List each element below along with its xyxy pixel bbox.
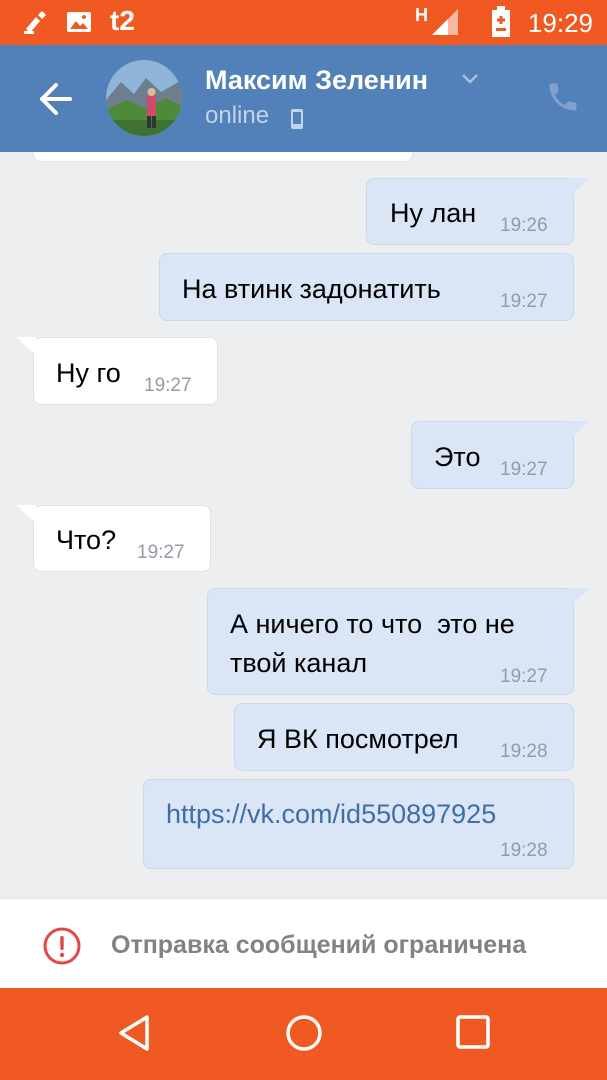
message-time: 19:28 — [500, 840, 548, 861]
bubble-tail — [570, 588, 590, 606]
recents-square-icon[interactable] — [455, 1014, 491, 1055]
message-bubble-outgoing[interactable]: Ну лан 19:26 — [366, 178, 574, 245]
conversation-header: Максим Зеленин online — [0, 45, 607, 152]
message-text: Ну го — [56, 358, 121, 388]
bubble-tail — [570, 178, 590, 196]
message-text: Ну лан — [390, 198, 477, 228]
message-bubble-outgoing[interactable]: Я ВК посмотрел 19:28 — [234, 703, 574, 771]
message-time: 19:27 — [500, 666, 548, 687]
chevron-down-icon[interactable] — [460, 72, 480, 91]
battery-charging-icon — [490, 6, 512, 43]
phone-icon[interactable] — [545, 79, 581, 120]
message-bubble-outgoing[interactable]: На втинк задонатить 19:27 — [159, 253, 574, 321]
messaging-restricted-bar: Отправка сообщений ограничена — [0, 898, 607, 989]
message-time: 19:27 — [500, 459, 548, 480]
message-link[interactable]: https://vk.com/id550897925 — [166, 795, 496, 833]
message-text: На втинк задонатить — [182, 274, 441, 304]
message-bubble-outgoing[interactable]: Это 19:27 — [411, 421, 574, 489]
message-time: 19:26 — [500, 215, 548, 236]
clock: 19:29 — [527, 8, 593, 38]
message-bubble-incoming[interactable]: Что? 19:27 — [33, 505, 211, 572]
mobile-device-icon — [290, 108, 304, 135]
message-bubble-incoming[interactable]: Ну го 19:27 — [33, 337, 218, 405]
message-time: 19:27 — [137, 542, 185, 563]
message-text-line-1: А ничего то что это не — [230, 609, 515, 639]
message-text: Я ВК посмотрел — [257, 724, 459, 754]
home-circle-icon[interactable] — [285, 1014, 323, 1057]
back-arrow-icon[interactable] — [36, 79, 76, 119]
message-time: 19:28 — [500, 741, 548, 762]
avatar[interactable] — [106, 60, 182, 136]
message-bubble-partial — [33, 152, 413, 162]
message-bubble-outgoing[interactable]: https://vk.com/id550897925 19:28 — [143, 779, 574, 869]
system-navigation-bar — [0, 988, 607, 1080]
bubble-tail — [570, 421, 590, 439]
status-bar: t2 H 19:29 — [0, 0, 607, 45]
exclamation-circle-icon — [42, 926, 82, 971]
bubble-tail — [16, 337, 36, 355]
message-time: 19:27 — [144, 375, 192, 396]
message-bubble-outgoing[interactable]: А ничего то что это не твой канал 19:27 — [207, 588, 574, 695]
signal-icon — [430, 8, 460, 41]
contact-name[interactable]: Максим Зеленин — [205, 65, 428, 96]
online-status: online — [205, 102, 270, 129]
restriction-notice: Отправка сообщений ограничена — [111, 931, 527, 959]
message-list[interactable]: Ну лан 19:26 На втинк задонатить 19:27 Н… — [0, 152, 607, 898]
back-triangle-icon[interactable] — [117, 1014, 153, 1057]
cleaner-icon — [22, 9, 48, 40]
bubble-tail — [16, 505, 36, 523]
network-type: H — [415, 5, 428, 25]
message-text: Что? — [56, 525, 117, 555]
image-icon — [66, 9, 92, 40]
message-text-line-2: твой канал — [230, 648, 368, 678]
message-text: Это — [434, 442, 481, 472]
message-time: 19:27 — [500, 291, 548, 312]
carrier-label: t2 — [110, 5, 135, 36]
